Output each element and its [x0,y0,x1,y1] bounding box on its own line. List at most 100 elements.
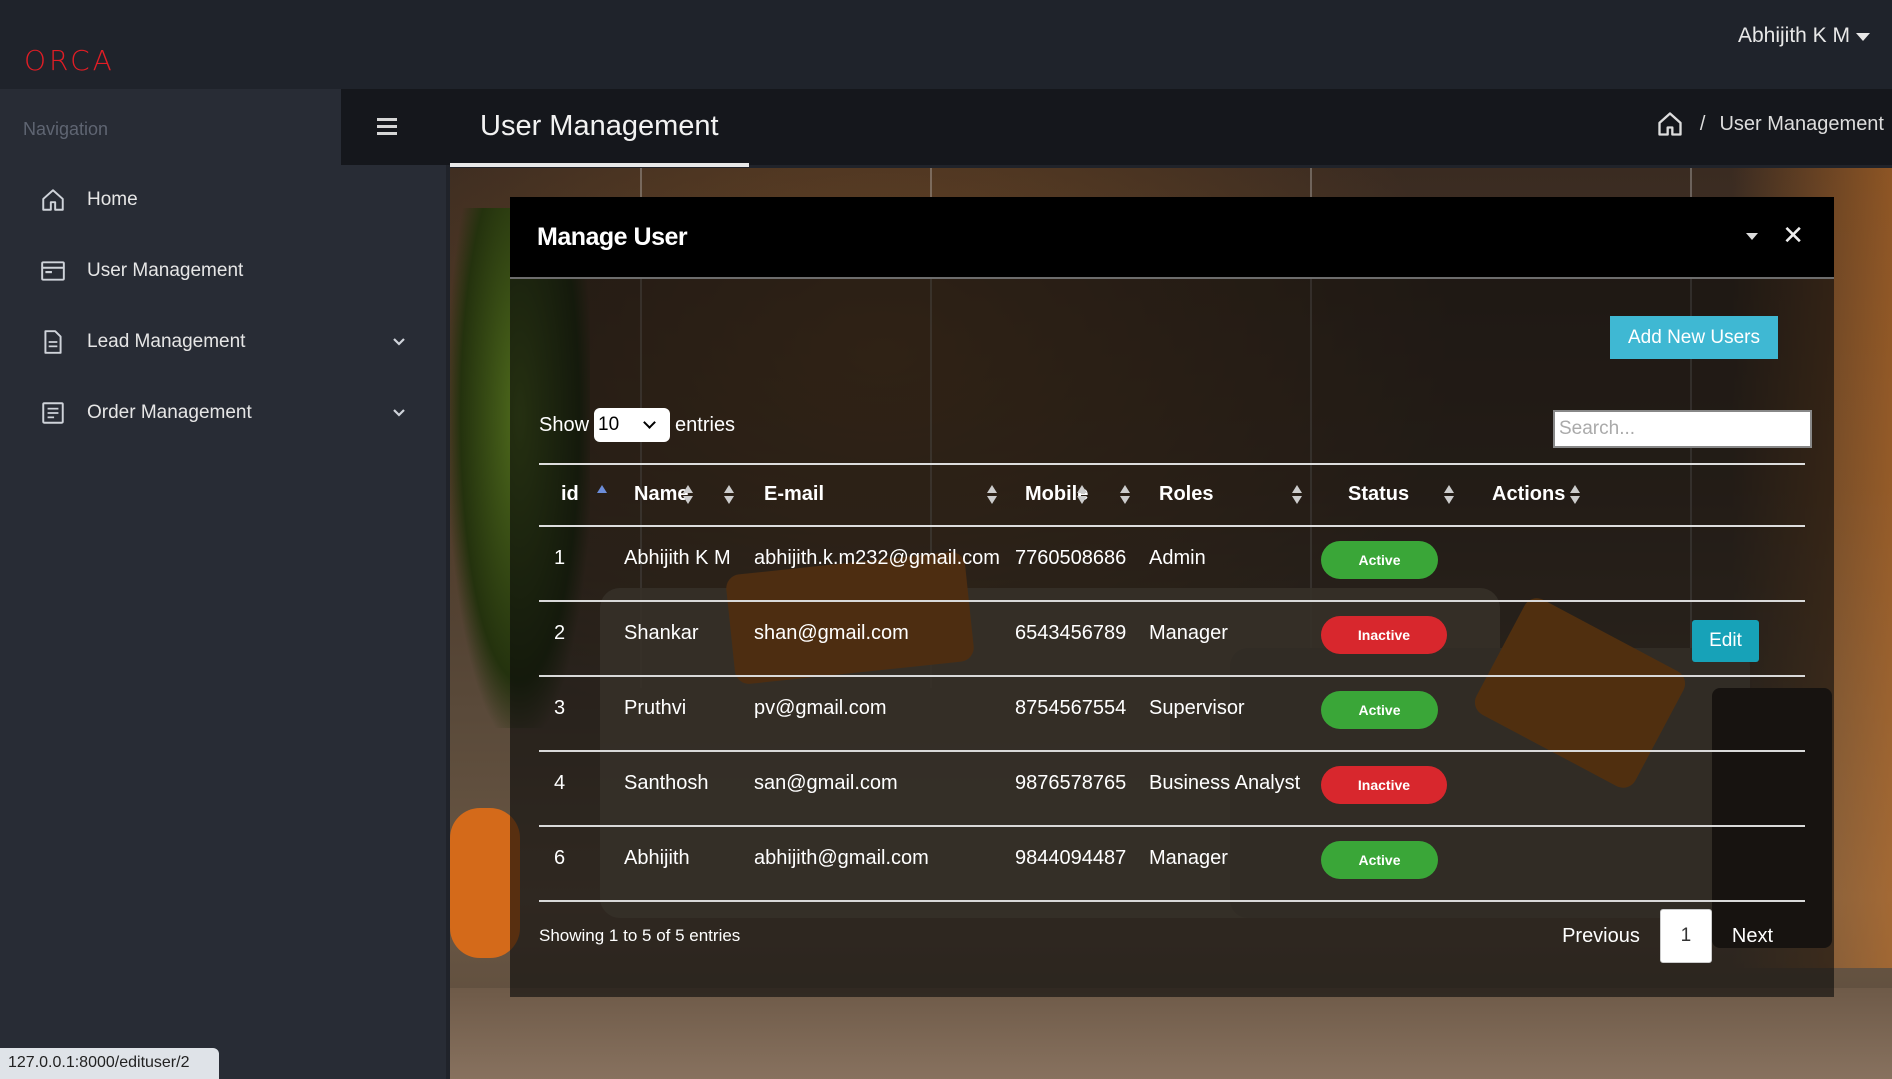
collapse-icon[interactable] [1746,233,1758,240]
sidebar-item-label: Order Management [87,402,252,423]
page-header: User Management / User Management [341,89,1892,167]
table-row: 6 Abhijith abhijith@gmail.com 9844094487… [539,827,1805,902]
cell-email: abhijith.k.m232@gmail.com [754,547,1000,569]
card-title: Manage User [537,223,688,251]
caret-down-icon [1856,33,1870,41]
home-icon [42,189,64,211]
chevron-down-icon [393,409,405,417]
sort-icon[interactable] [683,485,693,507]
cell-email: shan@gmail.com [754,622,909,644]
add-new-users-button[interactable]: Add New Users [1610,316,1778,359]
table-row: 2 Shankar shan@gmail.com 6543456789 Mana… [539,602,1805,677]
entries-label: entries [675,413,736,436]
cell-role: Manager [1149,622,1228,644]
cell-mobile: 9876578765 [1015,772,1127,794]
sidebar-item-lead-management[interactable]: Lead Management [0,314,446,370]
cell-email: pv@gmail.com [754,697,887,719]
sort-icon[interactable] [1292,485,1302,507]
cell-id: 1 [554,547,566,569]
page-number-button[interactable]: 1 [1659,909,1712,963]
status-badge: Active [1321,541,1438,579]
sidebar-item-label: Home [87,189,138,210]
nav-heading: Navigation [23,119,109,139]
users-table: id Name E-mail Mobile Roles Status Actio… [539,463,1805,902]
column-header-actions[interactable]: Actions [1492,483,1565,506]
column-header-email[interactable]: E-mail [764,483,824,506]
title-underline [450,163,749,167]
show-label: Show [539,413,590,436]
entries-length-control: Show 10 entries [539,408,735,442]
status-badge: Active [1321,691,1438,729]
table-row: 3 Pruthvi pv@gmail.com 8754567554 Superv… [539,677,1805,752]
card-header: Manage User ✕ [510,197,1834,279]
breadcrumb-current: User Management [1719,112,1884,135]
user-menu[interactable]: Abhijith K M [1738,24,1870,48]
sidebar-item-order-management[interactable]: Order Management [0,385,446,441]
sidebar-item-label: Lead Management [87,331,246,352]
cell-name: Santhosh [624,772,709,794]
cell-mobile: 8754567554 [1015,697,1127,719]
cell-id: 2 [554,622,566,644]
table-row: 1 Abhijith K M abhijith.k.m232@gmail.com… [539,527,1805,602]
top-bar: ORCA Abhijith K M [0,0,1892,89]
home-icon[interactable] [1656,110,1684,138]
cell-name: Abhijith K M [624,547,731,569]
chevron-down-icon [393,338,405,346]
sort-icon[interactable] [1570,485,1580,507]
cell-mobile: 6543456789 [1015,622,1127,644]
cell-name: Abhijith [624,847,690,869]
sidebar-item-user-management[interactable]: User Management [0,243,446,299]
pagination: Previous 1 Next [1542,909,1793,963]
cell-mobile: 9844094487 [1015,847,1127,869]
breadcrumb-separator: / [1699,112,1706,135]
breadcrumb: / User Management [1656,110,1884,138]
cell-mobile: 7760508686 [1015,547,1127,569]
sort-icon[interactable] [724,485,734,507]
table-info: Showing 1 to 5 of 5 entries [539,926,741,945]
table-header-row: id Name E-mail Mobile Roles Status Actio… [539,463,1805,527]
cell-id: 3 [554,697,566,719]
app-logo[interactable]: ORCA [24,44,115,77]
cell-email: abhijith@gmail.com [754,847,929,869]
cell-name: Shankar [624,622,699,644]
hamburger-menu-icon[interactable] [377,118,397,135]
user-name: Abhijith K M [1737,24,1850,47]
next-page-link[interactable]: Next [1712,925,1793,948]
cell-id: 6 [554,847,566,869]
sort-asc-icon[interactable] [597,485,607,507]
cell-email: san@gmail.com [754,772,898,794]
cell-role: Supervisor [1149,697,1245,719]
entries-select-value: 10 [598,414,620,435]
list-doc-icon [42,402,64,424]
sidebar: Navigation Home User Management Lead Man… [0,89,446,1079]
status-badge: Inactive [1321,766,1447,804]
sort-icon[interactable] [1120,485,1130,507]
column-header-id[interactable]: id [561,483,579,506]
status-badge: Active [1321,841,1438,879]
sort-icon[interactable] [987,485,997,507]
manage-user-card: Manage User ✕ Add New Users Show 10 entr… [510,197,1834,997]
document-icon [44,330,62,354]
entries-select[interactable]: 10 [594,408,671,442]
status-badge: Inactive [1321,616,1447,654]
close-icon[interactable]: ✕ [1782,221,1804,251]
sidebar-item-home[interactable]: Home [0,172,446,228]
edit-button[interactable]: Edit [1692,620,1759,662]
status-bar-url: 127.0.0.1:8000/edituser/2 [0,1048,219,1079]
search-input[interactable] [1553,410,1812,448]
page-title: User Management [480,110,719,142]
cell-id: 4 [554,772,566,794]
cell-role: Business Analyst [1149,772,1301,794]
chevron-down-icon [643,416,656,429]
table-row: 4 Santhosh san@gmail.com 9876578765 Busi… [539,752,1805,827]
sort-icon[interactable] [1444,485,1454,507]
column-header-roles[interactable]: Roles [1159,483,1213,506]
cell-name: Pruthvi [624,697,687,719]
cell-role: Manager [1149,847,1228,869]
previous-page-link[interactable]: Previous [1542,925,1660,948]
window-icon [41,261,65,281]
cell-role: Admin [1149,547,1206,569]
column-header-status[interactable]: Status [1348,483,1409,506]
sort-icon[interactable] [1077,485,1087,507]
column-header-name[interactable]: Name [634,483,688,506]
